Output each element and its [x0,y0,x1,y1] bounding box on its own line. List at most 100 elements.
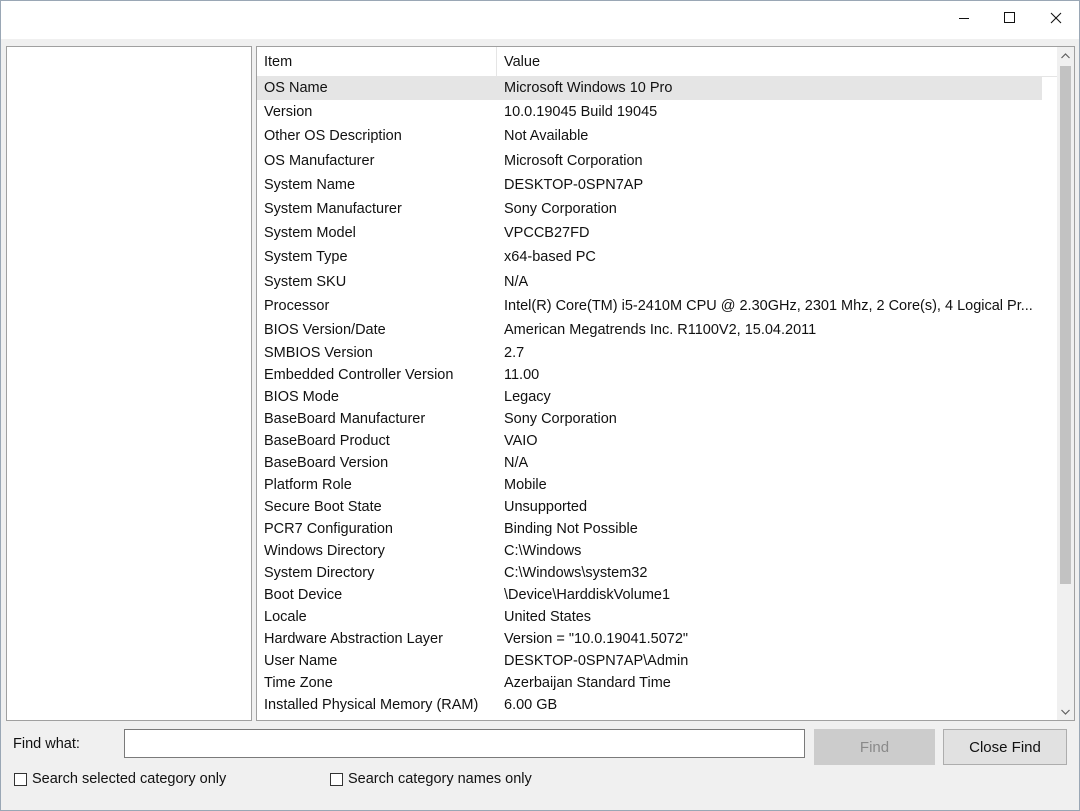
row-item-cell: Boot Device [264,587,343,604]
row-item-cell: Hardware Abstraction Layer [264,631,443,648]
row-value-cell: 2.7 [504,345,525,362]
row-value-cell: DESKTOP-0SPN7AP\Admin [504,653,689,670]
table-row[interactable]: Time Zone Azerbaijan Standard Time [257,672,1042,694]
table-row[interactable]: Locale United States [257,606,1042,628]
table-row[interactable]: OS Name Microsoft Windows 10 Pro [257,76,1042,101]
row-item-cell: System Manufacturer [264,201,402,217]
table-row[interactable]: Secure Boot State Unsupported [257,496,1042,518]
list-header: Item Value [257,47,1057,77]
checkbox-label: Search selected category only [32,771,227,787]
row-value-cell: \Device\HarddiskVolume1 [504,587,671,604]
table-row[interactable]: Embedded Controller Version 11.00 [257,364,1042,386]
table-row[interactable]: Platform Role Mobile [257,474,1042,496]
row-item-cell: BaseBoard Product [264,433,390,450]
system-information-window: Item Value OS Name Microsoft Windows 10 P… [0,0,1080,811]
find-button[interactable]: Find [814,729,935,765]
search-category-names-checkbox[interactable]: Search category names only [330,771,532,787]
column-header-value[interactable]: Value [497,47,1057,76]
row-item-cell: SMBIOS Version [264,345,373,362]
find-what-label: Find what: [13,736,80,752]
minimize-button[interactable] [941,1,987,35]
row-value-cell: Not Available [504,128,589,145]
row-item-cell: System Name [264,176,356,193]
table-row[interactable]: System Directory C:\Windows\system32 [257,562,1042,584]
row-value-cell: 6.00 GB [504,697,558,714]
table-row[interactable]: BaseBoard Product VAIO [257,430,1042,452]
checkbox-box[interactable] [14,772,27,786]
row-value-cell: Unsupported [504,499,588,516]
row-value-cell: Sony Corporation [504,411,617,428]
scroll-down-button[interactable] [1057,703,1074,720]
row-item-cell: Processor [264,297,330,314]
table-row[interactable]: Version 10.0.19045 Build 19045 [257,100,1042,124]
row-value-cell: Intel(R) Core(TM) i5-2410M CPU @ 2.30GHz… [504,297,1033,314]
table-row[interactable]: PCR7 Configuration Binding Not Possible [257,518,1042,540]
table-row[interactable]: SMBIOS Version 2.7 [257,342,1042,364]
table-row[interactable]: Processor Intel(R) Core(TM) i5-2410M CPU … [257,294,1042,318]
scroll-up-button[interactable] [1057,47,1074,64]
row-value-cell: C:\Windows [504,543,582,560]
title-bar [1,1,1079,39]
row-value-cell: Microsoft Windows 10 Pro [504,80,673,96]
row-value-cell: Sony Corporation [504,201,617,217]
table-row[interactable]: System Type x64-based PC [257,245,1042,269]
row-item-cell: Embedded Controller Version [264,367,454,384]
row-item-cell: BaseBoard Manufacturer [264,411,426,428]
table-row[interactable]: OS Manufacturer Microsoft Corporation [257,149,1042,173]
row-item-cell: BIOS Mode [264,389,339,406]
row-item-cell: System Type [264,249,348,266]
close-find-button[interactable]: Close Find [943,729,1067,765]
table-row[interactable]: Boot Device \Device\HarddiskVolume1 [257,584,1042,606]
row-item-cell: Secure Boot State [264,499,382,516]
chevron-down-icon [1061,709,1070,715]
row-value-cell: Binding Not Possible [504,521,638,538]
table-row[interactable]: BaseBoard Manufacturer Sony Corporation [257,408,1042,430]
row-value-cell: x64-based PC [504,249,596,266]
table-row[interactable]: System SKU N/A [257,270,1042,294]
search-selected-category-checkbox[interactable]: Search selected category only [14,771,226,787]
row-value-cell: VPCCB27FD [504,225,590,242]
row-value-cell: N/A [504,455,529,472]
row-value-cell: 10.0.19045 Build 19045 [504,104,658,121]
details-list[interactable]: Item Value OS Name Microsoft Windows 10 P… [256,46,1075,721]
row-item-cell: Installed Physical Memory (RAM) [264,697,479,714]
row-item-cell: PCR7 Configuration [264,521,393,538]
row-item-cell: Version [264,104,313,121]
row-item-cell: Time Zone [264,675,333,692]
row-value-cell: Legacy [504,389,551,406]
row-item-cell: BaseBoard Version [264,455,389,472]
row-value-cell: Version = "10.0.19041.5072" [504,631,689,648]
table-row[interactable]: BIOS Version/Date American Megatrends Inc… [257,318,1042,342]
category-tree[interactable] [6,46,252,721]
find-what-input[interactable] [124,729,805,758]
row-value-cell: American Megatrends Inc. R1100V2, 15.04.… [504,322,817,338]
table-row[interactable]: BIOS Mode Legacy [257,386,1042,408]
maximize-icon [1004,12,1015,23]
column-header-item[interactable]: Item [257,47,497,76]
row-value-cell: Azerbaijan Standard Time [504,675,671,692]
row-value-cell: 11.00 [504,367,540,384]
close-button[interactable] [1033,1,1079,35]
table-row[interactable]: System Manufacturer Sony Corporation [257,197,1042,221]
table-row[interactable]: Windows Directory C:\Windows [257,540,1042,562]
checkbox-box[interactable] [330,772,343,786]
table-row[interactable]: User Name DESKTOP-0SPN7AP\Admin [257,650,1042,672]
table-row[interactable]: Hardware Abstraction Layer Version = "10.… [257,628,1042,650]
row-item-cell: OS Manufacturer [264,152,375,169]
row-item-cell: Locale [264,609,307,626]
row-value-cell: Microsoft Corporation [504,152,643,169]
row-item-cell: System Model [264,225,356,242]
table-row[interactable]: System Name DESKTOP-0SPN7AP [257,173,1042,197]
row-value-cell: VAIO [504,433,538,450]
checkbox-label: Search category names only [348,771,532,787]
row-value-cell: C:\Windows\system32 [504,565,648,582]
table-row[interactable]: Installed Physical Memory (RAM) 6.00 GB [257,694,1042,716]
maximize-button[interactable] [987,1,1033,35]
vertical-scrollbar[interactable] [1057,47,1074,720]
scroll-thumb[interactable] [1060,66,1071,584]
row-item-cell: Platform Role [264,477,352,494]
table-row[interactable]: Other OS Description Not Available [257,124,1042,148]
table-row[interactable]: System Model VPCCB27FD [257,221,1042,245]
table-row[interactable]: BaseBoard Version N/A [257,452,1042,474]
row-value-cell: DESKTOP-0SPN7AP [504,176,644,193]
